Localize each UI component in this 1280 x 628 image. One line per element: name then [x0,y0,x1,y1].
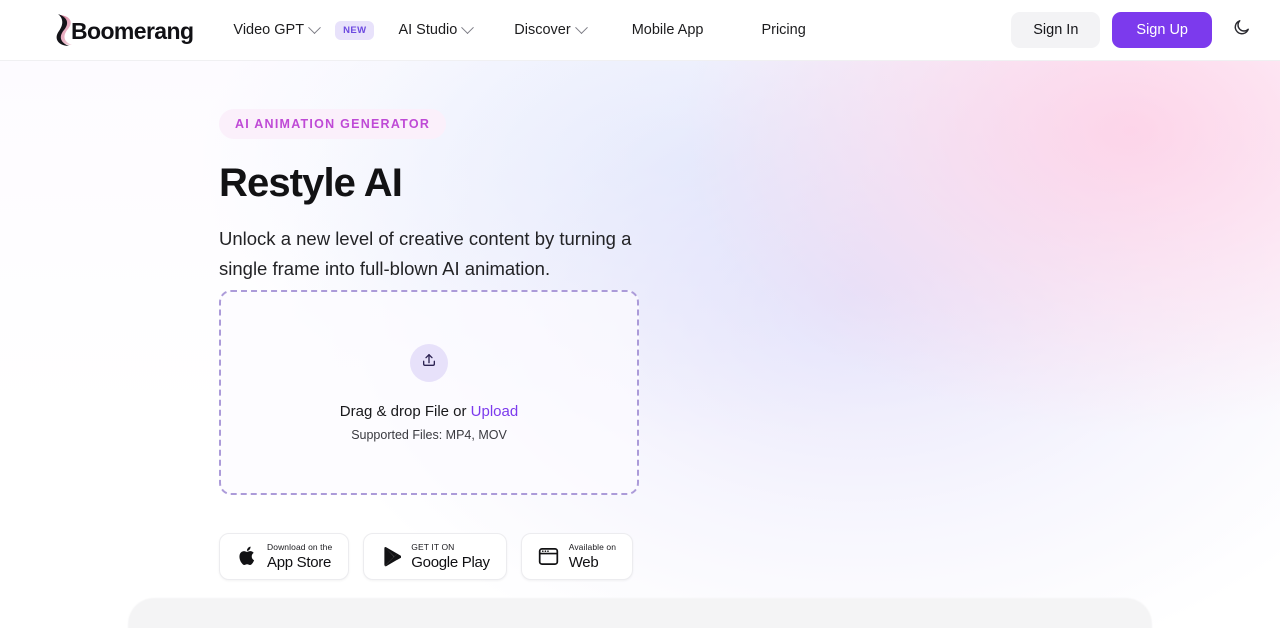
hero-subtitle: Unlock a new level of creative content b… [219,228,632,279]
nav-item-ai-studio[interactable]: AI Studio [384,14,486,46]
upload-icon [421,352,437,373]
nav-item-pricing[interactable]: Pricing [747,14,819,46]
nav-item-label: Video GPT [233,22,305,38]
site-header: Boomerang Video GPT NEW AI Studio Discov… [0,0,1280,61]
header-actions: Sign In Sign Up [1011,12,1258,48]
page-title: Restyle AI [219,161,403,205]
dropzone-instruction: Drag & drop File or [339,402,467,420]
page-root: Boomerang Video GPT NEW AI Studio Discov… [0,0,1280,628]
app-store-labels: Download on the App Store [267,543,332,570]
store-bottom-label: Web [568,553,599,571]
upload-link[interactable]: Upload [471,403,519,420]
nav-item-label: Discover [514,22,571,38]
dropzone-main-text: Drag & drop File or Upload [340,403,518,420]
nav-item-video-gpt[interactable]: Video GPT [219,14,333,46]
nav-item-label: Mobile App [631,22,704,38]
chevron-down-icon [461,20,475,34]
theme-toggle-button[interactable] [1224,13,1258,47]
store-top-label: Available on [568,542,617,552]
nav-item-mobile-app[interactable]: Mobile App [618,14,718,46]
web-button[interactable]: Available on Web [520,533,634,580]
google-play-labels: GET IT ON Google Play [411,542,490,571]
store-top-label: Download on the [267,542,333,552]
nav-item-label: Pricing [761,22,806,38]
store-bottom-label: Google Play [411,553,490,571]
app-store-button[interactable]: Download on the App Store [219,533,350,580]
browser-icon [538,544,560,568]
sign-up-button[interactable]: Sign Up [1112,12,1212,48]
hero-eyebrow-badge: AI ANIMATION GENERATOR [219,109,447,139]
store-bottom-label: App Store [267,553,332,571]
brand-name: Boomerang [71,17,194,44]
file-dropzone[interactable]: Drag & drop File or Upload Supported Fil… [219,290,639,495]
brand-logo[interactable]: Boomerang [52,10,194,50]
upload-icon-badge [410,343,448,382]
dropzone-supported-files: Supported Files: MP4, MOV [351,427,507,442]
store-badges: Download on the App Store GET IT ON Goog… [219,533,634,580]
bottom-section-panel [128,598,1152,628]
google-play-icon [380,544,402,568]
store-top-label: GET IT ON [411,542,455,552]
hero-section: AI ANIMATION GENERATOR Restyle AI Unlock… [219,109,659,284]
nav-item-discover[interactable]: Discover [500,14,599,46]
google-play-button[interactable]: GET IT ON Google Play [363,533,507,580]
apple-icon [236,544,258,568]
chevron-down-icon [308,20,321,34]
web-labels: Available on Web [569,543,616,570]
chevron-down-icon [574,20,588,34]
nav-badge-new: NEW [335,20,375,40]
moon-icon [1232,18,1251,42]
nav-item-label: AI Studio [398,22,458,38]
boomerang-swoosh-icon [52,12,78,48]
primary-nav: Video GPT NEW AI Studio Discover Mobile … [219,14,819,46]
sign-in-button[interactable]: Sign In [1011,12,1101,48]
